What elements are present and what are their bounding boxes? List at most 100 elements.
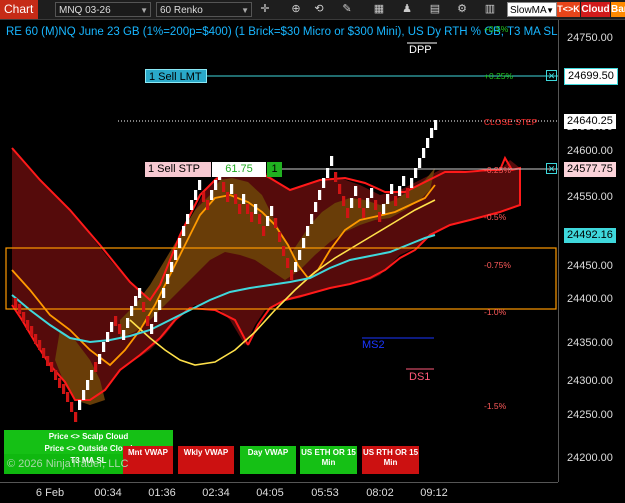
down-brick [334,172,338,182]
up-brick [186,214,190,224]
up-brick [326,168,330,178]
up-brick [398,186,402,196]
up-brick [310,214,314,224]
up-brick [418,158,422,168]
price-tick: 24250.00 [567,409,613,421]
down-brick [30,326,34,336]
price-tick: 24200.00 [567,452,613,464]
price-axis[interactable]: 24750.00 24650.00 24600.00 24550.00 2445… [558,20,625,482]
up-brick [302,238,306,248]
down-brick [286,258,290,268]
ms2-label: MS2 [362,339,385,351]
price-tick: 24400.00 [567,293,613,305]
properties-icon[interactable]: ⚙ [455,2,469,17]
monthly-vwap-button[interactable]: Mnt VWAP [123,446,173,474]
cancel-sell-stp-icon[interactable]: ✕ [546,163,557,174]
up-brick [182,226,186,236]
bar-button[interactable]: Bar [611,2,625,17]
down-brick [118,324,122,334]
down-brick [226,192,230,202]
copyright-text: © 2026 NinjaTrader, LLC [7,458,129,470]
chart-tab[interactable]: Chart [0,0,38,19]
up-brick [130,306,134,316]
weekly-vwap-button[interactable]: Wkly VWAP [178,446,234,474]
close-step-label: CLOSE STEP [484,117,538,127]
down-brick [250,212,254,222]
down-brick [262,226,266,236]
down-brick [258,214,262,224]
up-brick [162,288,166,298]
instrument-selector[interactable]: MNQ 03-26 ▼ [55,2,151,17]
strategy-icon[interactable]: ♟ [400,2,414,17]
up-brick [242,194,246,204]
drawing-tools-icon[interactable]: ✎ [340,2,354,17]
up-brick [402,176,406,186]
up-brick [122,330,126,340]
cancel-sell-lmt-icon[interactable]: ✕ [546,70,557,81]
down-brick [234,194,238,204]
down-brick [374,200,378,210]
down-brick [290,270,294,280]
sync-icon[interactable]: ⟲ [312,2,326,17]
down-brick [238,204,242,214]
chevron-down-icon: ▼ [546,6,554,15]
day-vwap-button[interactable]: Day VWAP [240,446,296,474]
time-tick: 04:05 [256,487,284,499]
price-chart[interactable] [0,20,558,482]
level-label-minus-1-0: -1.0% [484,307,507,317]
instrument-label: MNQ 03-26 [59,5,111,16]
down-brick [18,304,22,314]
up-brick [190,200,194,210]
up-brick [134,296,138,306]
tck-button[interactable]: T<>K [557,2,580,17]
up-brick [150,324,154,334]
up-brick [426,138,430,148]
down-brick [22,312,26,322]
up-brick [198,180,202,190]
time-axis[interactable]: 6 Feb 00:34 01:36 02:34 04:05 05:53 08:0… [0,482,558,503]
bar-type-selector[interactable]: 60 Renko ▼ [156,2,252,17]
down-brick [50,362,54,372]
sell-lmt-order[interactable]: 1 Sell LMT [145,69,207,83]
up-brick [270,206,274,216]
cloud-button[interactable]: Cloud [581,2,610,17]
down-brick [274,218,278,228]
us-eth-or-button[interactable]: US ETH OR 15 Min [300,446,357,474]
chart-trader-icon[interactable]: ▥ [483,2,497,17]
sell-stp-order[interactable]: 1 Sell STP [145,162,211,177]
down-brick [46,356,50,366]
up-brick [78,400,82,410]
indicator-selector[interactable]: SlowMA ▼ [507,2,557,17]
down-brick [278,232,282,242]
data-box-icon[interactable]: ▤ [428,2,442,17]
up-brick [174,250,178,260]
scalp-cloud-button[interactable]: Price <> Scalp Cloud [4,430,173,442]
template-icon[interactable]: ▦ [372,2,386,17]
down-brick [58,378,62,388]
us-rth-or-button[interactable]: US RTH OR 15 Min [362,446,419,474]
zoom-icon[interactable]: ⊕ [289,2,303,17]
chart-title: RE 60 (M)NQ June 23 GB (1%=200p=$400) (1… [6,26,558,38]
up-brick [82,390,86,400]
up-brick [350,198,354,208]
up-brick [266,216,270,226]
up-brick [306,226,310,236]
down-brick [34,334,38,344]
sell-lmt-label: 1 Sell LMT [149,71,202,83]
up-brick [110,322,114,332]
down-brick [346,208,350,218]
sell-stp-qty[interactable]: 1 [267,162,282,177]
down-brick [26,320,30,330]
time-tick: 00:34 [94,487,122,499]
price-tick: 24300.00 [567,375,613,387]
cyan-ma-price-marker: 24492.16 [564,228,616,243]
down-brick [54,370,58,380]
down-brick [406,188,410,198]
crosshair-icon[interactable]: ✛ [258,2,272,17]
up-brick [210,190,214,200]
up-brick [294,262,298,272]
price-tick: 24750.00 [567,32,613,44]
down-brick [62,384,66,394]
sell-stp-pnl: 61.75 [212,162,266,177]
up-brick [170,262,174,272]
